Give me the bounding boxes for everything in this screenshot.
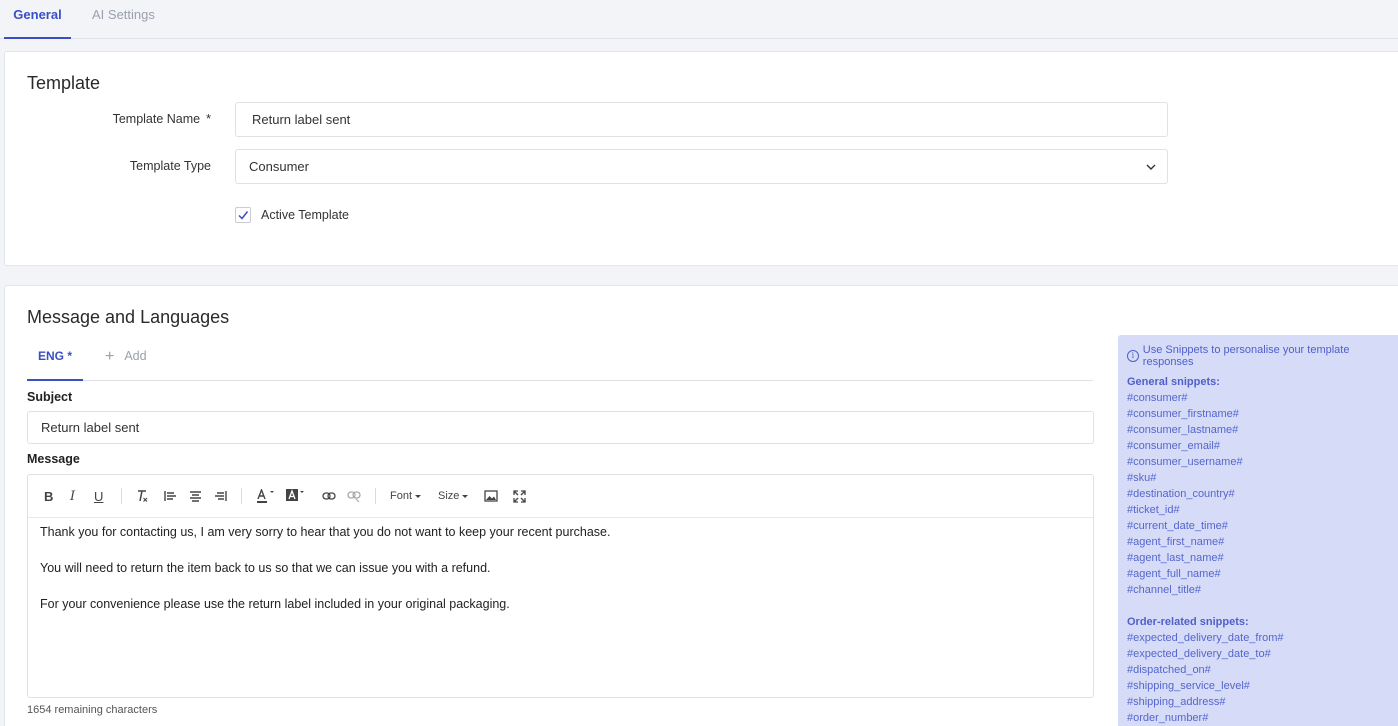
toolbar-divider — [121, 488, 122, 504]
snippet-item[interactable]: #shipping_service_level# — [1127, 678, 1284, 694]
add-language-button[interactable]: + Add — [105, 338, 147, 381]
snippet-item[interactable]: #channel_title# — [1127, 582, 1243, 598]
active-template-label: Active Template — [261, 208, 350, 222]
snippet-item[interactable]: #destination_country# — [1127, 486, 1243, 502]
snippet-item[interactable]: #expected_delivery_date_from# — [1127, 630, 1284, 646]
fullscreen-button[interactable] — [513, 488, 526, 504]
font-dropdown[interactable]: Font — [390, 488, 422, 504]
tab-lang-eng[interactable]: ENG * — [27, 338, 83, 381]
template-card: Template Template Name * Return label sen… — [4, 51, 1398, 266]
snippet-item[interactable]: #order_number# — [1127, 710, 1284, 726]
info-icon: i — [1127, 350, 1139, 362]
general-snippets-list: #consumer# #consumer_firstname# #consume… — [1127, 390, 1243, 598]
snippet-item[interactable]: #sku# — [1127, 470, 1243, 486]
tab-ai-settings[interactable]: AI Settings — [92, 0, 155, 39]
snippet-item[interactable]: #consumer_firstname# — [1127, 406, 1243, 422]
template-name-input[interactable]: Return label sent — [235, 102, 1168, 137]
snippet-item[interactable]: #consumer_username# — [1127, 454, 1243, 470]
snippet-item[interactable]: #consumer_lastname# — [1127, 422, 1243, 438]
align-center-icon — [190, 491, 201, 502]
general-snippets-heading: General snippets: — [1127, 376, 1220, 388]
snippet-item[interactable]: #agent_full_name# — [1127, 566, 1243, 582]
toolbar-divider — [375, 488, 376, 504]
required-mark: * — [206, 112, 211, 126]
plus-icon: + — [105, 348, 115, 365]
order-snippets-list: #expected_delivery_date_from# #expected_… — [1127, 630, 1284, 726]
template-name-label: Template Name * — [11, 112, 211, 126]
message-label: Message — [27, 452, 80, 466]
message-paragraph: For your convenience please use the retu… — [40, 597, 510, 611]
size-dropdown-label: Size — [438, 490, 460, 502]
align-left-button[interactable] — [164, 488, 177, 504]
remaining-characters: 1654 remaining characters — [27, 704, 158, 716]
top-tabs: General AI Settings — [0, 0, 1398, 39]
snippet-item[interactable]: #consumer# — [1127, 390, 1243, 406]
align-left-icon — [164, 491, 176, 501]
insert-image-button[interactable] — [484, 488, 498, 504]
tab-general[interactable]: General — [4, 0, 71, 39]
snippet-item[interactable]: #agent_last_name# — [1127, 550, 1243, 566]
underline-button[interactable]: U — [94, 488, 103, 504]
active-template-checkbox[interactable] — [235, 207, 251, 223]
message-editor[interactable]: B I U Font Size Thank you for contacting… — [27, 474, 1094, 698]
subject-label: Subject — [27, 390, 73, 404]
editor-content[interactable]: Thank you for contacting us, I am very s… — [40, 525, 1081, 633]
unlink-button[interactable] — [347, 488, 361, 504]
align-center-button[interactable] — [189, 488, 202, 504]
snippet-item[interactable]: #expected_delivery_date_to# — [1127, 646, 1284, 662]
size-dropdown[interactable]: Size — [438, 488, 469, 504]
order-snippets-heading: Order-related snippets: — [1127, 616, 1249, 628]
template-heading: Template — [27, 73, 101, 93]
toolbar-divider — [241, 488, 242, 504]
subject-input[interactable]: Return label sent — [27, 411, 1094, 444]
text-color-icon — [257, 489, 274, 503]
editor-toolbar: B I U Font Size — [28, 475, 1093, 518]
snippet-item[interactable]: #dispatched_on# — [1127, 662, 1284, 678]
clear-format-icon — [138, 490, 148, 502]
bold-button[interactable]: B — [44, 488, 53, 504]
message-paragraph: Thank you for contacting us, I am very s… — [40, 525, 611, 539]
language-tabs: ENG * + Add — [27, 338, 1093, 381]
caret-down-icon — [415, 495, 422, 498]
align-right-icon — [215, 491, 227, 501]
template-name-label-text: Template Name — [112, 112, 201, 126]
snippet-item[interactable]: #ticket_id# — [1127, 502, 1243, 518]
caret-down-icon — [462, 495, 469, 498]
image-icon — [484, 490, 498, 502]
snippet-item[interactable]: #current_date_time# — [1127, 518, 1243, 534]
snippet-item[interactable]: #shipping_address# — [1127, 694, 1284, 710]
fullscreen-icon — [513, 489, 526, 503]
chevron-down-icon — [1146, 164, 1156, 170]
snippets-info-text: Use Snippets to personalise your templat… — [1142, 344, 1350, 368]
snippets-panel: i Use Snippets to personalise your templ… — [1118, 335, 1398, 726]
template-type-select[interactable]: Consumer — [235, 149, 1168, 184]
template-type-value: Consumer — [249, 159, 309, 174]
message-heading: Message and Languages — [27, 307, 230, 327]
italic-button[interactable]: I — [70, 488, 75, 504]
snippets-info: i Use Snippets to personalise your templ… — [1127, 344, 1398, 368]
checkmark-icon — [238, 211, 249, 220]
message-paragraph: You will need to return the item back to… — [40, 561, 491, 575]
align-right-button[interactable] — [214, 488, 227, 504]
text-color-button[interactable] — [256, 488, 276, 504]
link-button[interactable] — [322, 488, 336, 504]
background-color-button[interactable] — [286, 488, 306, 504]
background-color-icon — [286, 489, 304, 501]
unlink-icon — [347, 491, 361, 502]
add-language-label: Add — [124, 349, 147, 363]
link-icon — [322, 492, 336, 500]
snippet-item[interactable]: #consumer_email# — [1127, 438, 1243, 454]
clear-format-button[interactable] — [135, 488, 149, 504]
snippet-item[interactable]: #agent_first_name# — [1127, 534, 1243, 550]
template-type-label: Template Type — [129, 159, 211, 173]
font-dropdown-label: Font — [390, 490, 413, 502]
